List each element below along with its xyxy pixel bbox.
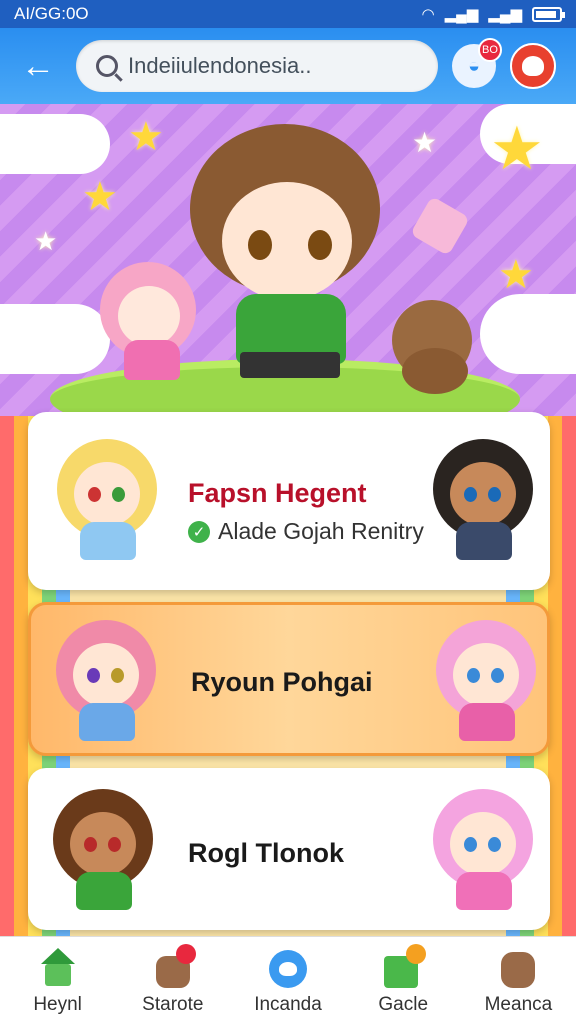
globe-icon: ◒ bbox=[467, 54, 481, 77]
mascot-icon bbox=[152, 944, 196, 988]
bottom-navigation: Heynl Starote Incanda Gacle Meanca bbox=[0, 936, 576, 1024]
nav-item-starote[interactable]: Starote bbox=[115, 937, 230, 1024]
nav-item-incanda[interactable]: Incanda bbox=[230, 937, 345, 1024]
card-avatar-right bbox=[428, 784, 538, 914]
nav-item-meanca[interactable]: Meanca bbox=[461, 937, 576, 1024]
user-avatar-icon bbox=[522, 56, 544, 76]
main-character-skirt bbox=[240, 352, 340, 378]
battery-icon bbox=[532, 6, 565, 22]
card-avatar-right bbox=[428, 434, 538, 564]
wifi-icon: ◠ bbox=[421, 6, 435, 23]
status-time: AI/GG:0O bbox=[14, 4, 89, 23]
main-character-face bbox=[222, 182, 352, 300]
search-bar[interactable] bbox=[76, 40, 438, 92]
main-character-eye bbox=[248, 230, 272, 260]
star-icon: ★ bbox=[490, 115, 544, 182]
top-header: ← ◒ BO bbox=[0, 28, 576, 104]
nav-item-gacle[interactable]: Gacle bbox=[346, 937, 461, 1024]
house-icon bbox=[37, 948, 79, 988]
bear-icon bbox=[497, 948, 539, 988]
hero-banner: ★ ★ ★ ★ ★ ★ bbox=[0, 104, 576, 416]
pink-character-body bbox=[124, 340, 180, 380]
cloud-icon bbox=[0, 114, 110, 174]
nav-label: Meanca bbox=[484, 994, 553, 1015]
nav-label: Incanda bbox=[254, 994, 322, 1015]
status-icons: ◠ ▂▄▆ ▂▄▆ bbox=[421, 5, 565, 23]
bear-character-body bbox=[402, 348, 468, 394]
card-subtitle-text: Alade Gojah Renitry bbox=[218, 518, 424, 544]
card-avatar-left bbox=[51, 615, 161, 745]
crystal-icon bbox=[409, 195, 471, 257]
star-icon: ★ bbox=[128, 115, 164, 159]
profile-button[interactable] bbox=[510, 43, 556, 89]
status-bar: AI/GG:0O ◠ ▂▄▆ ▂▄▆ bbox=[0, 0, 576, 28]
cloud-icon bbox=[0, 304, 110, 374]
cloud-icon bbox=[480, 294, 576, 374]
card-title: Fapsn Hegent bbox=[188, 478, 367, 508]
signal-icon-2: ▂▄▆ bbox=[488, 6, 522, 23]
character-card[interactable]: Fapsn Hegent ✓ Alade Gojah Renitry bbox=[28, 412, 550, 590]
notifications-button[interactable]: ◒ BO bbox=[452, 38, 502, 88]
star-icon: ★ bbox=[498, 253, 534, 297]
back-arrow-icon: ← bbox=[21, 46, 55, 85]
character-card[interactable]: Ryoun Pohgai bbox=[28, 602, 550, 756]
search-input[interactable] bbox=[128, 53, 408, 79]
card-title: Ryoun Pohgai bbox=[191, 667, 373, 697]
card-title: Rogl Tlonok bbox=[188, 838, 344, 868]
back-button[interactable]: ← bbox=[14, 42, 62, 90]
card-avatar-right bbox=[431, 615, 541, 745]
search-icon bbox=[96, 55, 118, 77]
nav-item-home[interactable]: Heynl bbox=[0, 937, 115, 1024]
star-icon: ★ bbox=[34, 226, 58, 256]
nav-label: Gacle bbox=[378, 994, 429, 1015]
signal-icon: ▂▄▆ bbox=[444, 6, 479, 23]
notification-badge: BO bbox=[478, 38, 502, 62]
nav-label: Starote bbox=[142, 994, 204, 1015]
nav-label: Heynl bbox=[33, 994, 82, 1015]
character-card[interactable]: Rogl Tlonok bbox=[28, 768, 550, 930]
verified-check-icon: ✓ bbox=[188, 520, 210, 543]
card-subtitle: ✓ Alade Gojah Renitry bbox=[188, 518, 424, 545]
calendar-icon bbox=[382, 944, 427, 988]
card-avatar-left bbox=[48, 784, 158, 914]
pink-character-face bbox=[118, 286, 180, 346]
drop-icon bbox=[267, 948, 309, 988]
star-icon: ★ bbox=[82, 175, 118, 219]
main-character-eye bbox=[308, 230, 332, 260]
star-icon: ★ bbox=[412, 127, 438, 158]
card-avatar-left bbox=[52, 434, 162, 564]
